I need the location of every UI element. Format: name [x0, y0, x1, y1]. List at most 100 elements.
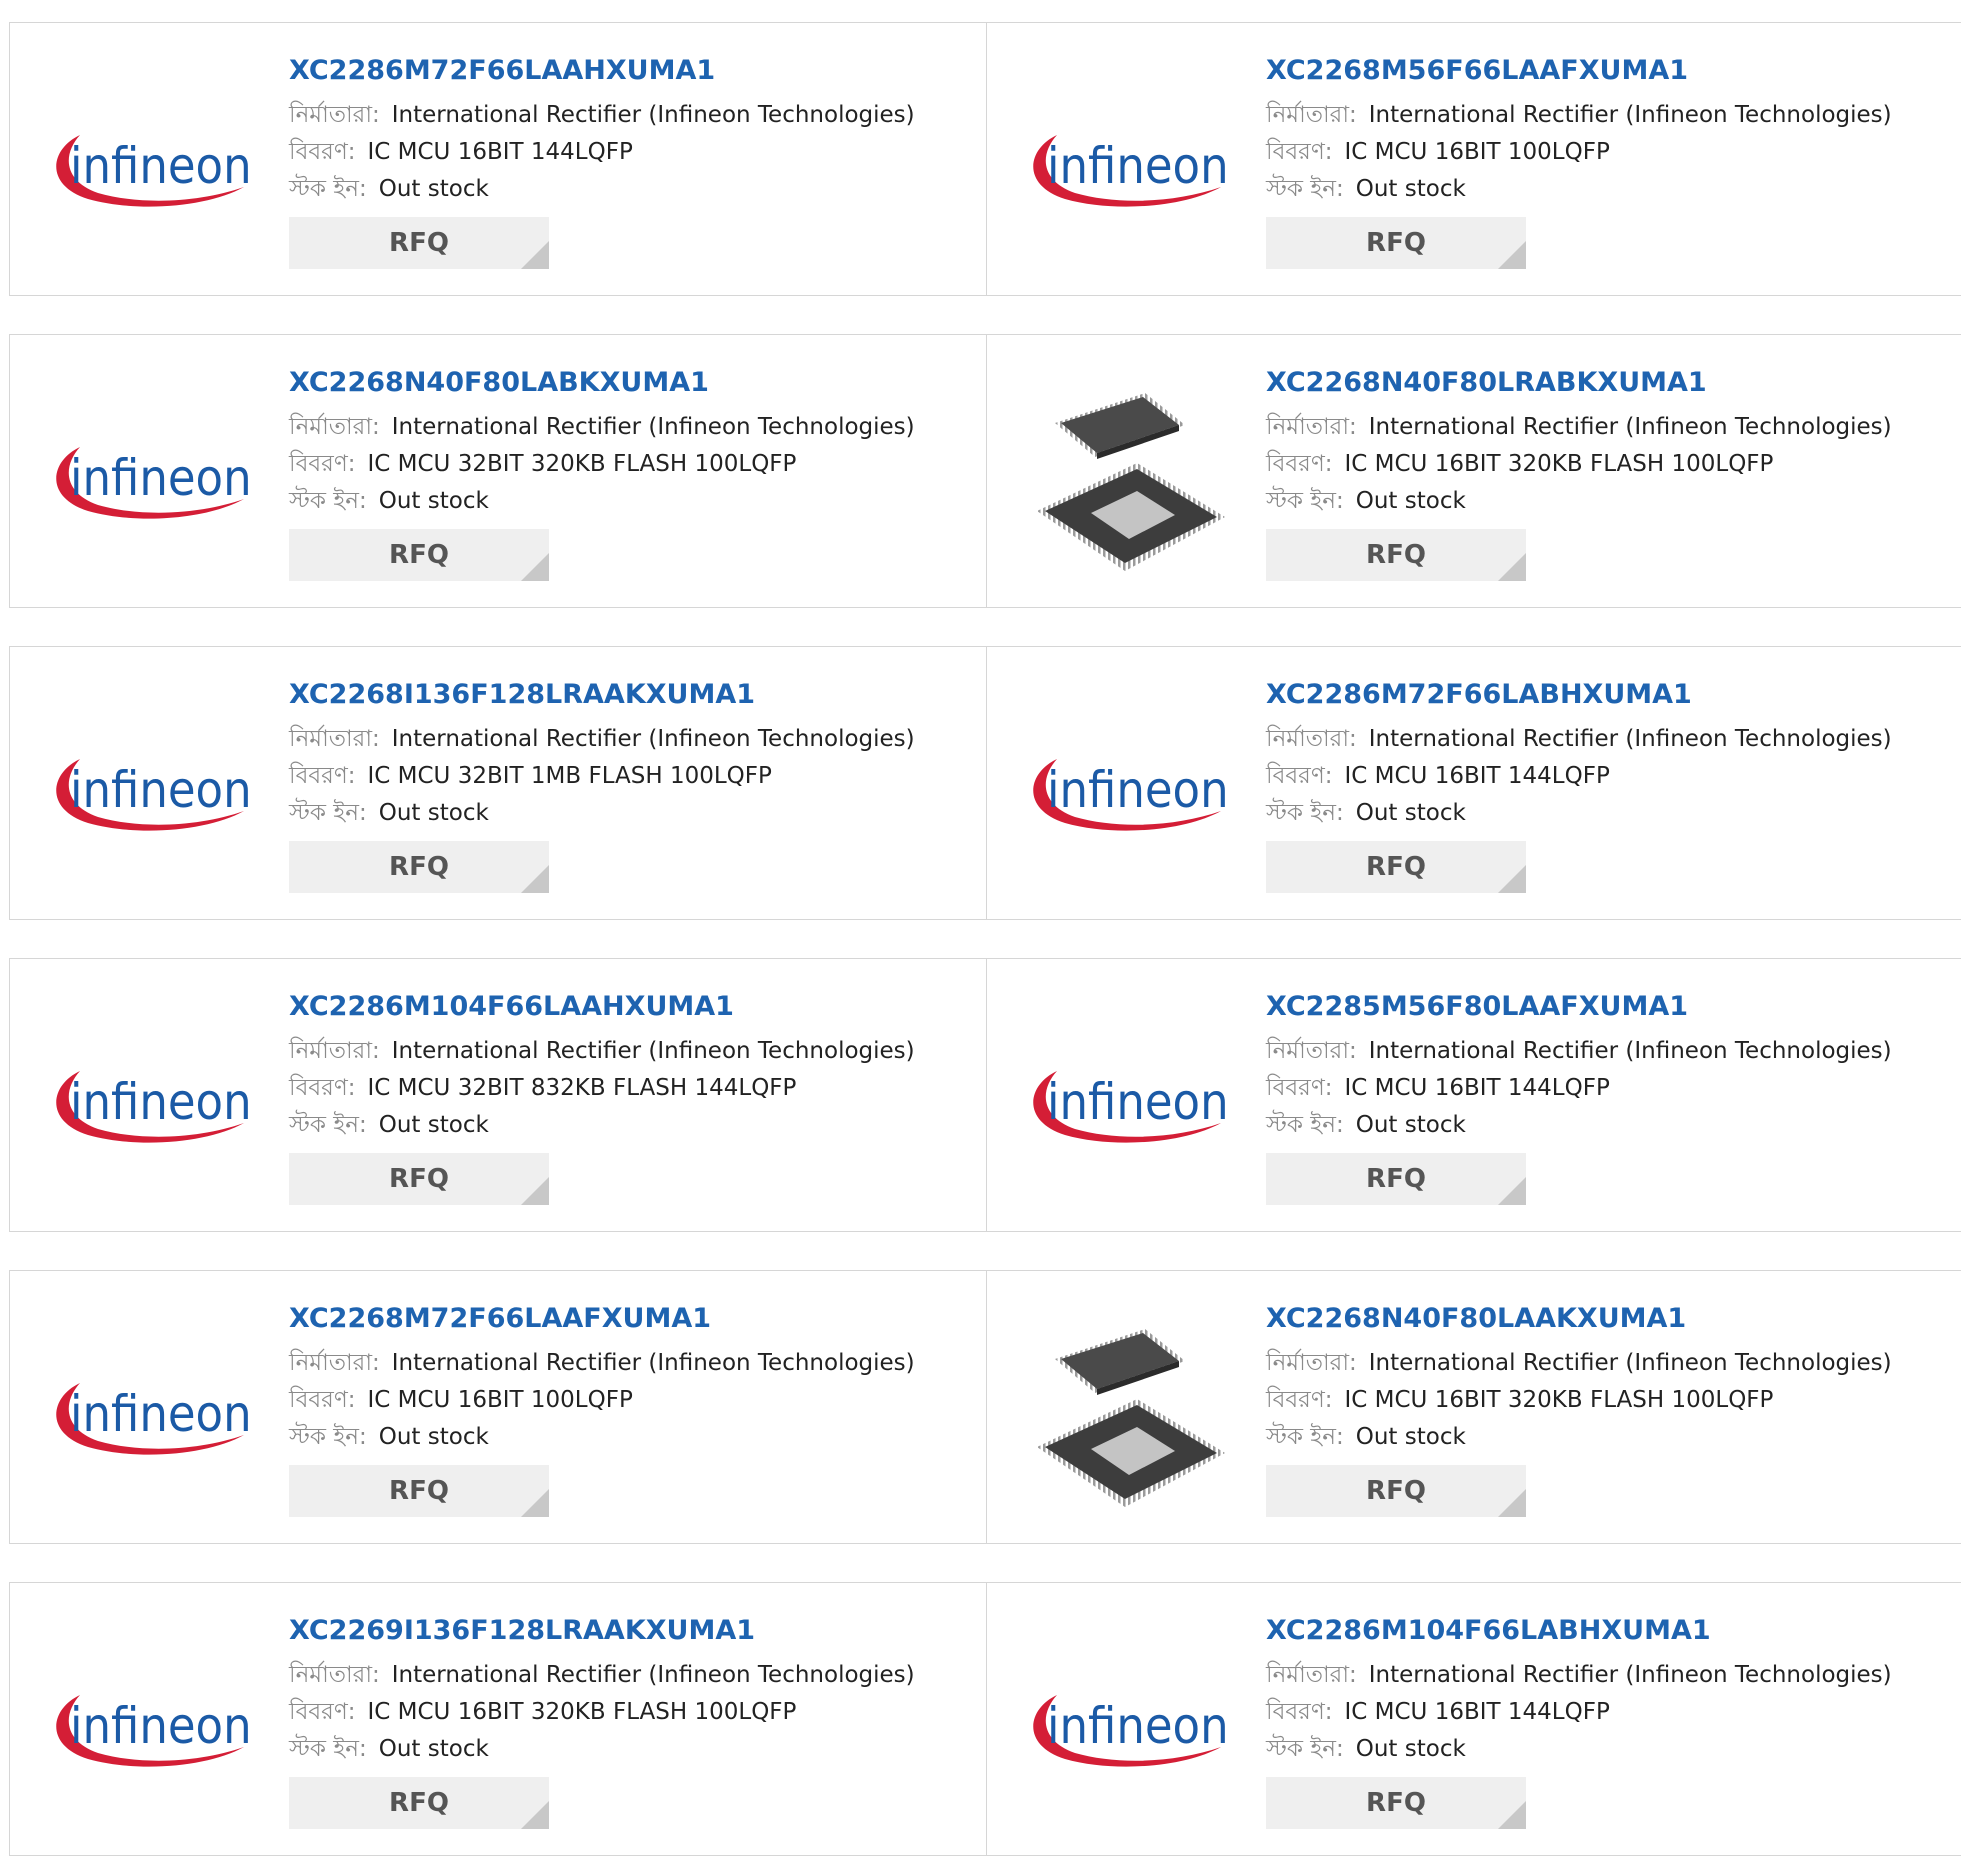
description-value: IC MCU 16BIT 100LQFP [367, 1387, 633, 1413]
stock-value: Out stock [378, 176, 489, 202]
product-card: infineon XC2269I136F128LRAAKXUMA1 নির্মা… [9, 1582, 988, 1856]
description-value: IC MCU 16BIT 144LQFP [1344, 763, 1610, 789]
rfq-button[interactable]: RFQ [1266, 1465, 1526, 1517]
rfq-button[interactable]: RFQ [1266, 1153, 1526, 1205]
stock-row: স্টক ইন: Out stock [1266, 171, 1951, 208]
stock-label: স্টক ইন: [1266, 488, 1344, 514]
stock-row: স্টক ইন: Out stock [1266, 483, 1951, 520]
product-image[interactable]: infineon [48, 1625, 258, 1835]
description-row: বিবরণ: IC MCU 16BIT 100LQFP [289, 1382, 967, 1419]
manufacturer-row: নির্মাতারা: International Rectifier (Infi… [1266, 1345, 1951, 1382]
product-image[interactable]: infineon [48, 689, 258, 899]
description-row: বিবরণ: IC MCU 32BIT 320KB FLASH 100LQFP [289, 446, 967, 483]
infineon-logo-icon: infineon [1033, 1695, 1229, 1767]
part-number-link[interactable]: XC2269I136F128LRAAKXUMA1 [289, 1613, 967, 1649]
rfq-button[interactable]: RFQ [289, 1777, 549, 1829]
description-value: IC MCU 32BIT 1MB FLASH 100LQFP [367, 763, 772, 789]
corner-triangle-icon [1498, 1801, 1526, 1829]
description-row: বিবরণ: IC MCU 32BIT 1MB FLASH 100LQFP [289, 758, 967, 795]
part-number-link[interactable]: XC2268I136F128LRAAKXUMA1 [289, 677, 967, 713]
description-label: বিবরণ: [1266, 1387, 1333, 1413]
part-number-link[interactable]: XC2286M104F66LABHXUMA1 [1266, 1613, 1951, 1649]
stock-label: স্টক ইন: [1266, 176, 1344, 202]
product-image[interactable] [1025, 377, 1235, 587]
part-number-link[interactable]: XC2268N40F80LAAKXUMA1 [1266, 1301, 1951, 1337]
rfq-button[interactable]: RFQ [289, 529, 549, 581]
description-row: বিবরণ: IC MCU 16BIT 320KB FLASH 100LQFP [289, 1694, 967, 1731]
rfq-button[interactable]: RFQ [289, 217, 549, 269]
stock-row: স্টক ইন: Out stock [1266, 1107, 1951, 1144]
rfq-label: RFQ [1366, 1476, 1426, 1506]
product-card: infineon XC2286M104F66LABHXUMA1 নির্মাতা… [986, 1582, 1961, 1856]
product-image[interactable] [1025, 1313, 1235, 1523]
stock-label: স্টক ইন: [1266, 1736, 1344, 1762]
stock-label: স্টক ইন: [289, 488, 367, 514]
product-card: infineon XC2268M72F66LAAFXUMA1 নির্মাতার… [9, 1270, 988, 1544]
description-label: বিবরণ: [289, 763, 356, 789]
stock-value: Out stock [1355, 176, 1466, 202]
rfq-button[interactable]: RFQ [289, 1465, 549, 1517]
stock-label: স্টক ইন: [1266, 1112, 1344, 1138]
part-number-link[interactable]: XC2286M72F66LABHXUMA1 [1266, 677, 1951, 713]
description-label: বিবরণ: [1266, 1699, 1333, 1725]
rfq-button[interactable]: RFQ [1266, 841, 1526, 893]
rfq-label: RFQ [389, 228, 449, 258]
rfq-button[interactable]: RFQ [289, 841, 549, 893]
manufacturer-value: International Rectifier (Infineon Techno… [391, 1038, 915, 1064]
product-image[interactable]: infineon [48, 65, 258, 275]
product-image[interactable]: infineon [1025, 689, 1235, 899]
product-info: XC2268I136F128LRAAKXUMA1 নির্মাতারা: Inte… [289, 677, 967, 893]
product-info: XC2268N40F80LRABKXUMA1 নির্মাতারা: Intern… [1266, 365, 1951, 581]
product-image[interactable]: infineon [48, 377, 258, 587]
rfq-button[interactable]: RFQ [1266, 217, 1526, 269]
rfq-button[interactable]: RFQ [1266, 1777, 1526, 1829]
part-number-link[interactable]: XC2268N40F80LABKXUMA1 [289, 365, 967, 401]
product-image[interactable]: infineon [1025, 1625, 1235, 1835]
manufacturer-row: নির্মাতারা: International Rectifier (Infi… [289, 1657, 967, 1694]
description-label: বিবরণ: [289, 1387, 356, 1413]
rfq-button[interactable]: RFQ [1266, 529, 1526, 581]
description-value: IC MCU 32BIT 832KB FLASH 144LQFP [367, 1075, 797, 1101]
part-number-link[interactable]: XC2286M72F66LAAHXUMA1 [289, 53, 967, 89]
corner-triangle-icon [1498, 865, 1526, 893]
corner-triangle-icon [521, 241, 549, 269]
stock-label: স্টক ইন: [289, 1736, 367, 1762]
stock-row: স্টক ইন: Out stock [289, 483, 967, 520]
part-number-link[interactable]: XC2268M56F66LAAFXUMA1 [1266, 53, 1951, 89]
description-row: বিবরণ: IC MCU 16BIT 144LQFP [1266, 1694, 1951, 1731]
corner-triangle-icon [521, 1801, 549, 1829]
product-image[interactable]: infineon [1025, 65, 1235, 275]
product-image[interactable]: infineon [48, 1313, 258, 1523]
stock-row: স্টক ইন: Out stock [289, 795, 967, 832]
stock-value: Out stock [378, 800, 489, 826]
part-number-link[interactable]: XC2268N40F80LRABKXUMA1 [1266, 365, 1951, 401]
product-image[interactable]: infineon [1025, 1001, 1235, 1211]
logo-text: infineon [1047, 137, 1229, 195]
product-info: XC2269I136F128LRAAKXUMA1 নির্মাতারা: Inte… [289, 1613, 967, 1829]
stock-value: Out stock [1355, 488, 1466, 514]
chip-photo-icon [1037, 393, 1225, 571]
part-number-link[interactable]: XC2286M104F66LAAHXUMA1 [289, 989, 967, 1025]
manufacturer-value: International Rectifier (Infineon Techno… [391, 102, 915, 128]
rfq-button[interactable]: RFQ [289, 1153, 549, 1205]
part-number-link[interactable]: XC2285M56F80LAAFXUMA1 [1266, 989, 1951, 1025]
product-card: infineon XC2286M104F66LAAHXUMA1 নির্মাতা… [9, 958, 988, 1232]
rfq-label: RFQ [389, 1164, 449, 1194]
product-card: infineon XC2268N40F80LABKXUMA1 নির্মাতার… [9, 334, 988, 608]
manufacturer-row: নির্মাতারা: International Rectifier (Infi… [289, 409, 967, 446]
product-card: infineon XC2286M72F66LABHXUMA1 নির্মাতার… [986, 646, 1961, 920]
product-image[interactable]: infineon [48, 1001, 258, 1211]
corner-triangle-icon [1498, 241, 1526, 269]
infineon-logo-icon: infineon [56, 135, 252, 207]
description-value: IC MCU 16BIT 144LQFP [1344, 1075, 1610, 1101]
stock-row: স্টক ইন: Out stock [289, 171, 967, 208]
description-value: IC MCU 16BIT 100LQFP [1344, 139, 1610, 165]
logo-text: infineon [70, 449, 252, 507]
part-number-link[interactable]: XC2268M72F66LAAFXUMA1 [289, 1301, 967, 1337]
logo-text: infineon [1047, 1697, 1229, 1755]
description-value: IC MCU 16BIT 144LQFP [367, 139, 633, 165]
infineon-logo-icon: infineon [56, 759, 252, 831]
manufacturer-label: নির্মাতারা: [289, 1350, 380, 1376]
corner-triangle-icon [521, 553, 549, 581]
logo-text: infineon [1047, 1073, 1229, 1131]
